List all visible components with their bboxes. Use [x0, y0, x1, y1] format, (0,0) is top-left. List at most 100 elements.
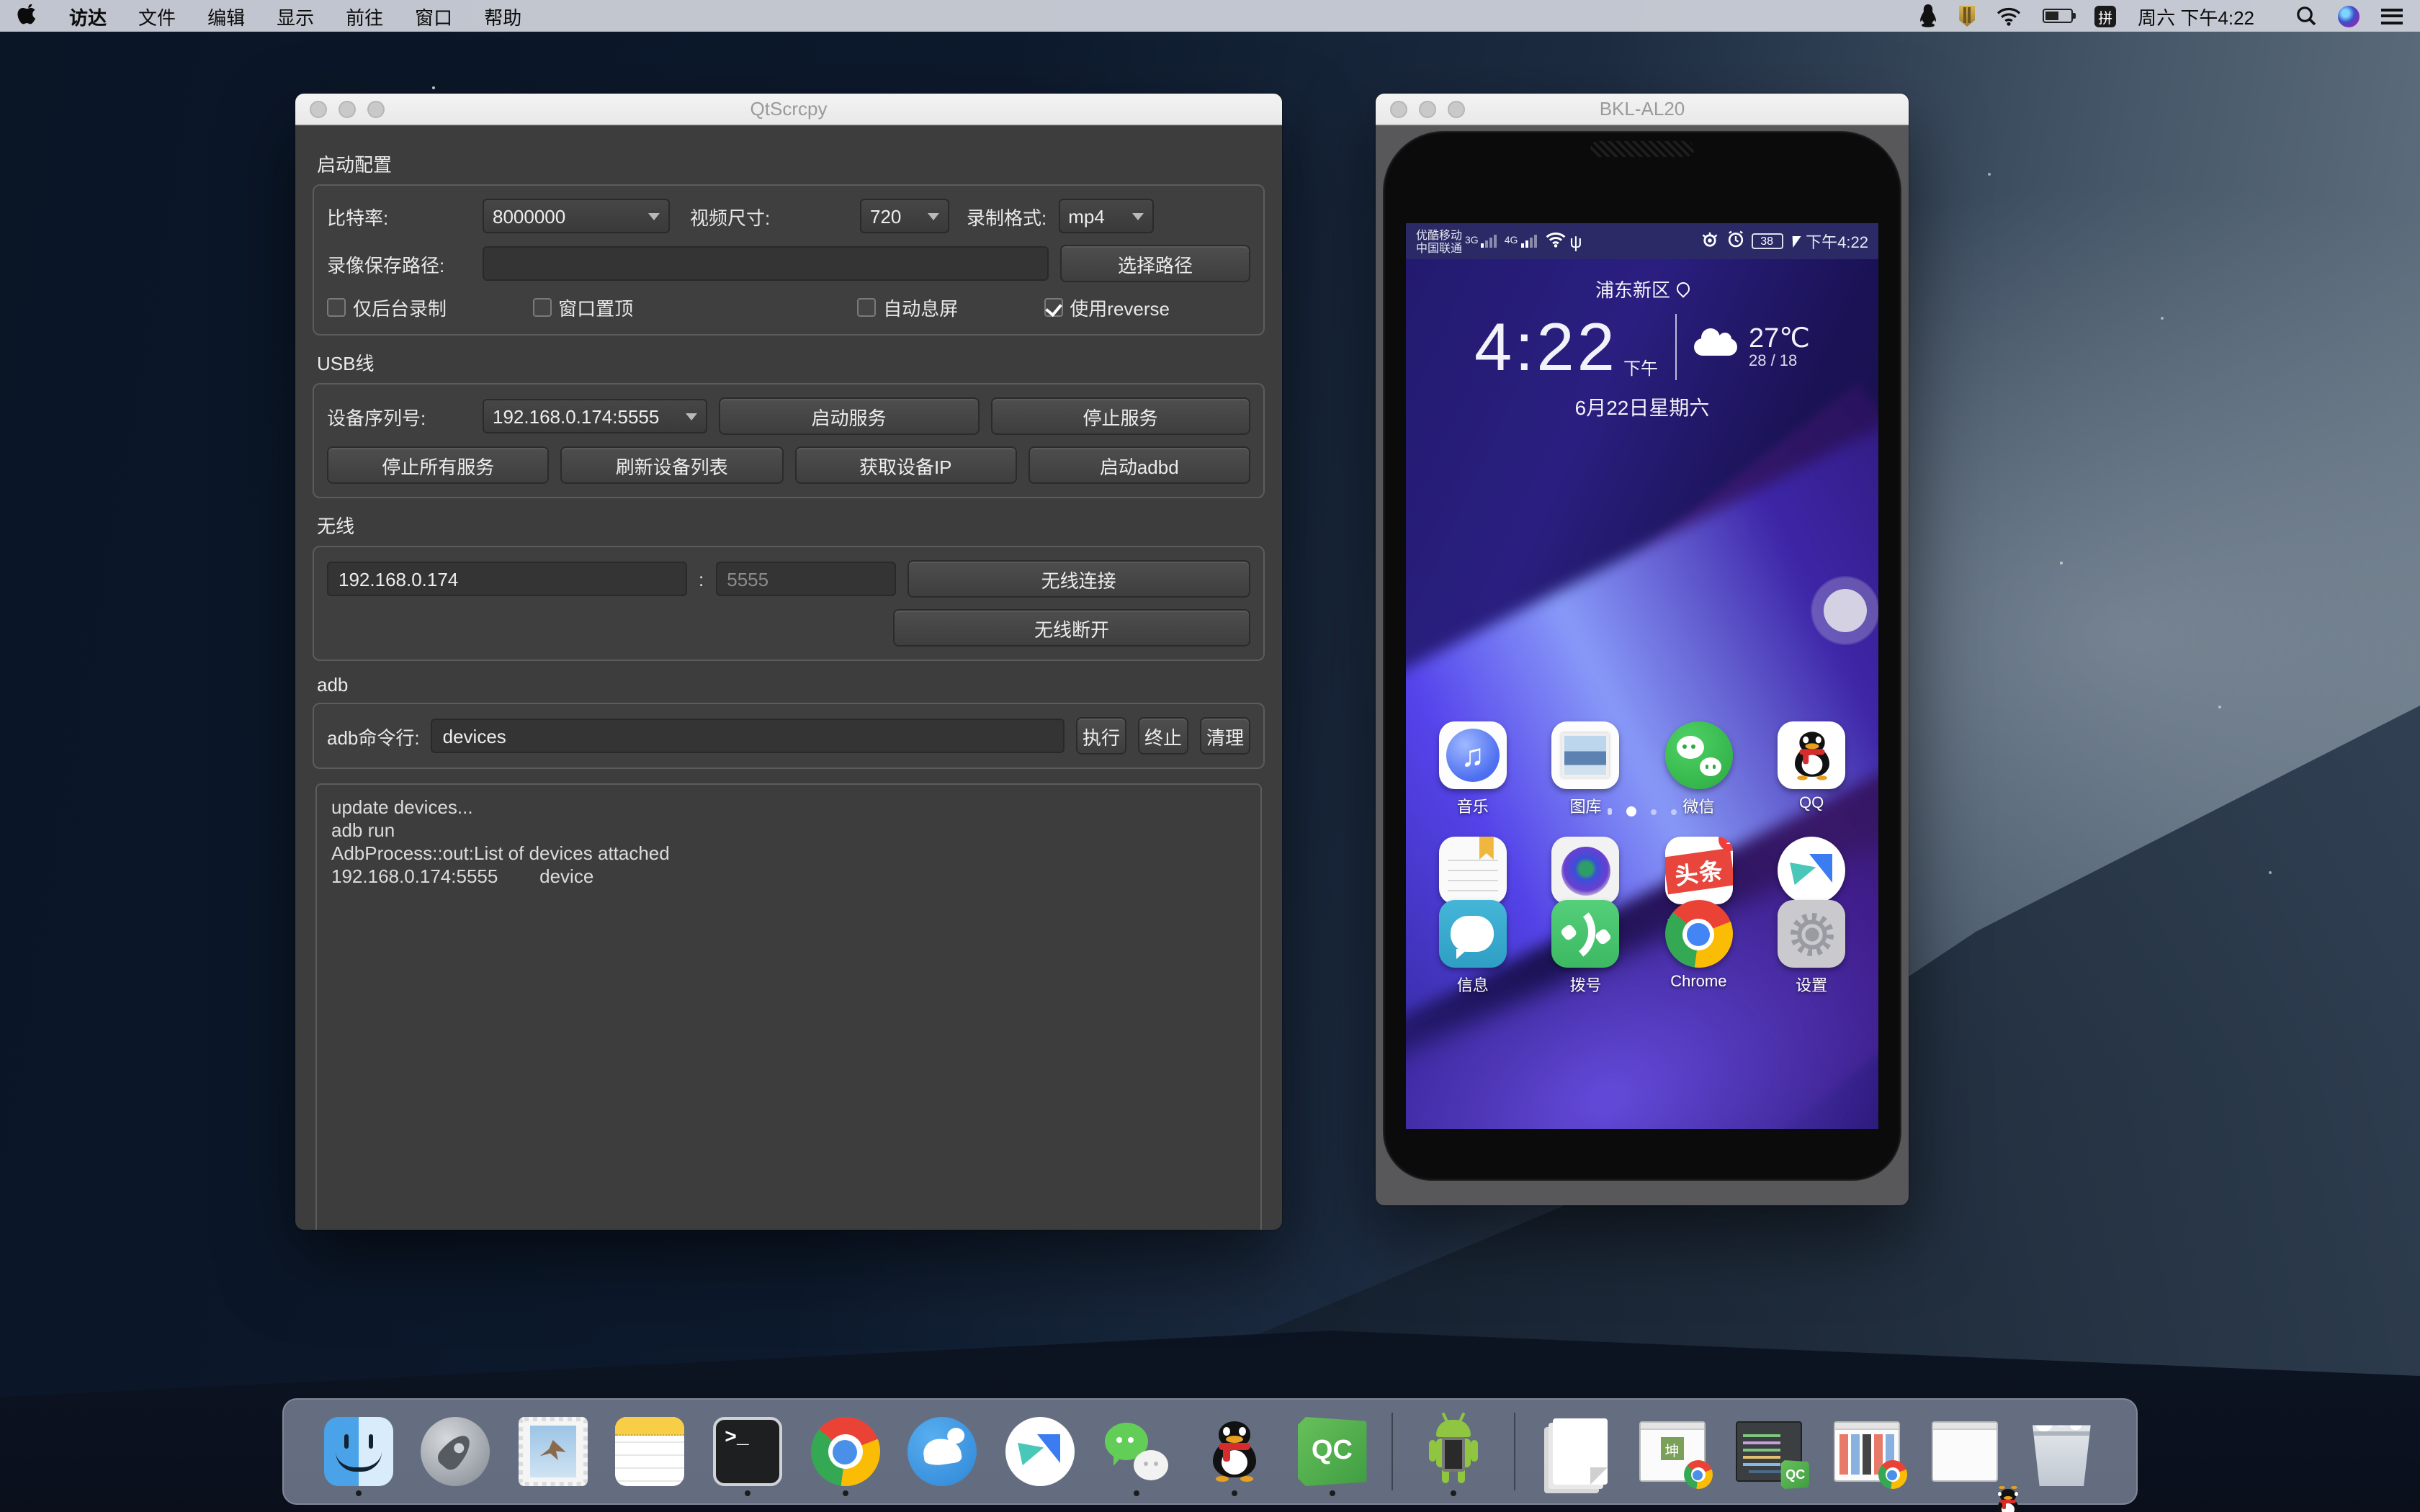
- dock-qq[interactable]: [1197, 1408, 1272, 1495]
- record-format-combobox[interactable]: mp4: [1058, 199, 1153, 233]
- qtcreator-icon[interactable]: QC: [1297, 1417, 1366, 1486]
- phone-screen[interactable]: 优酷移动 中国联通 3G 4G ψ: [1406, 223, 1878, 1129]
- gallery-icon[interactable]: [1552, 721, 1620, 789]
- menu-go[interactable]: 前往: [346, 2, 383, 30]
- start-adbd-button[interactable]: 启动adbd: [1028, 446, 1251, 484]
- siri-icon[interactable]: [2338, 5, 2360, 27]
- get-device-ip-button[interactable]: 获取设备IP: [794, 446, 1017, 484]
- assistive-floating-ball[interactable]: [1824, 589, 1867, 632]
- start-service-button[interactable]: 启动服务: [719, 397, 979, 435]
- dock-minimized-document[interactable]: [1537, 1408, 1612, 1495]
- app-music[interactable]: ♫ 音乐: [1427, 721, 1519, 818]
- dock-seal-app[interactable]: [905, 1408, 980, 1495]
- clear-button[interactable]: 清理: [1200, 717, 1250, 755]
- messages-icon[interactable]: [1439, 900, 1507, 968]
- spotlight-search-icon[interactable]: [2296, 3, 2316, 29]
- chrome-icon[interactable]: [1664, 900, 1732, 968]
- dock-finder[interactable]: [321, 1408, 395, 1495]
- bitrate-combobox[interactable]: 8000000: [483, 199, 670, 233]
- dock-mail[interactable]: [516, 1408, 591, 1495]
- menu-view[interactable]: 显示: [277, 2, 314, 30]
- finder-icon[interactable]: [323, 1417, 393, 1486]
- dock-minimized-qtcreator[interactable]: QC: [1732, 1408, 1807, 1495]
- wireless-port-input[interactable]: 5555: [715, 562, 895, 596]
- wireless-connect-button[interactable]: 无线连接: [907, 560, 1250, 598]
- app-gallery[interactable]: 图库: [1540, 721, 1632, 818]
- menu-window[interactable]: 窗口: [415, 2, 452, 30]
- checkbox-background-record[interactable]: 仅后台录制: [327, 294, 447, 321]
- seal-icon[interactable]: [908, 1417, 977, 1486]
- dock-minimized-chrome-kun[interactable]: 坤: [1635, 1408, 1710, 1495]
- app-messages[interactable]: 信息: [1427, 900, 1519, 996]
- menu-clock[interactable]: 周六 下午4:22: [2138, 2, 2254, 30]
- adb-command-input[interactable]: devices: [431, 719, 1065, 753]
- mail-stamp-icon[interactable]: [519, 1417, 588, 1486]
- phone-window-titlebar[interactable]: BKL-AL20: [1376, 94, 1909, 125]
- qq-icon[interactable]: [1778, 721, 1845, 789]
- pinyin-input-icon[interactable]: 拼: [2094, 5, 2116, 27]
- terminal-icon[interactable]: >_: [713, 1417, 782, 1486]
- wifi-icon[interactable]: [1996, 3, 2021, 29]
- dock-launchpad[interactable]: [418, 1408, 493, 1495]
- launchpad-icon[interactable]: [421, 1417, 490, 1486]
- dock-qtcreator[interactable]: QC: [1294, 1408, 1369, 1495]
- document-stack-icon[interactable]: [1553, 1418, 1608, 1485]
- checkbox-box-checked[interactable]: [1044, 298, 1062, 317]
- app-qq[interactable]: QQ: [1765, 721, 1857, 818]
- dock-scrcpy-robot[interactable]: [1416, 1408, 1491, 1495]
- music-icon[interactable]: ♫: [1439, 721, 1507, 789]
- video-size-combobox[interactable]: 720: [860, 199, 949, 233]
- dock-notes[interactable]: [613, 1408, 688, 1495]
- menu-file[interactable]: 文件: [138, 2, 176, 30]
- wireless-ip-input[interactable]: 192.168.0.174: [327, 562, 687, 596]
- shield-icon[interactable]: [1959, 3, 1975, 29]
- camera-icon[interactable]: [1552, 837, 1620, 904]
- dock-wechat[interactable]: [1100, 1408, 1175, 1495]
- adb-log-output[interactable]: update devices... adb run AdbProcess::ou…: [315, 783, 1262, 1230]
- notes-icon[interactable]: [616, 1417, 685, 1486]
- stop-all-services-button[interactable]: 停止所有服务: [327, 446, 550, 484]
- android-robot-icon[interactable]: [1419, 1417, 1488, 1486]
- checkbox-use-reverse[interactable]: 使用reverse: [1044, 294, 1170, 321]
- qtscrcpy-titlebar[interactable]: QtScrcpy: [295, 94, 1282, 125]
- wechat-icon[interactable]: [1664, 721, 1732, 789]
- choose-path-button[interactable]: 选择路径: [1060, 245, 1250, 282]
- execute-button[interactable]: 执行: [1076, 717, 1126, 755]
- menu-help[interactable]: 帮助: [484, 2, 521, 30]
- battery-icon[interactable]: [2043, 3, 2073, 29]
- minimized-window-thumbnail[interactable]: QC: [1736, 1421, 1803, 1482]
- menu-app-name[interactable]: 访达: [69, 2, 107, 30]
- checkbox-auto-screen-off[interactable]: 自动息屏: [857, 294, 958, 321]
- app-chrome[interactable]: Chrome: [1652, 900, 1744, 996]
- record-path-input[interactable]: [483, 246, 1049, 281]
- app-wechat[interactable]: 微信: [1652, 721, 1744, 818]
- trash-full-icon[interactable]: [2027, 1417, 2096, 1486]
- dock-terminal[interactable]: >_: [710, 1408, 785, 1495]
- minimized-window-thumbnail[interactable]: 坤: [1639, 1421, 1706, 1482]
- phone-dialer-icon[interactable]: [1552, 900, 1620, 968]
- minimized-window-thumbnail[interactable]: [1931, 1421, 1997, 1482]
- checkbox-box[interactable]: [532, 298, 551, 317]
- notification-center-icon[interactable]: [2381, 8, 2403, 24]
- clock-widget[interactable]: 浦东新区 4:22 下午 27℃ 28 / 18: [1406, 275, 1878, 422]
- dock-trash[interactable]: [2024, 1408, 2099, 1495]
- checkbox-box[interactable]: [857, 298, 876, 317]
- qq-penguin-icon[interactable]: [1919, 3, 1937, 29]
- stop-service-button[interactable]: 停止服务: [990, 397, 1250, 435]
- serial-combobox[interactable]: 192.168.0.174:5555: [483, 399, 707, 433]
- terminate-button[interactable]: 终止: [1138, 717, 1188, 755]
- toutiao-icon[interactable]: 头条 1: [1664, 837, 1732, 904]
- wechat-icon[interactable]: [1103, 1417, 1172, 1486]
- settings-gear-icon[interactable]: [1778, 900, 1845, 968]
- dock-minimized-chrome-page[interactable]: [1829, 1408, 1904, 1495]
- wireless-disconnect-button[interactable]: 无线断开: [893, 609, 1250, 647]
- apple-menu-icon[interactable]: [17, 3, 37, 29]
- feishu-icon[interactable]: [1778, 837, 1845, 904]
- checkbox-box[interactable]: [327, 298, 346, 317]
- dock-minimized-qq[interactable]: [1927, 1408, 2002, 1495]
- dock-chrome[interactable]: [807, 1408, 882, 1495]
- menu-edit[interactable]: 编辑: [207, 2, 245, 30]
- feishu-paper-plane-icon[interactable]: [1005, 1417, 1075, 1486]
- app-settings[interactable]: 设置: [1765, 900, 1857, 996]
- app-dialer[interactable]: 拨号: [1540, 900, 1632, 996]
